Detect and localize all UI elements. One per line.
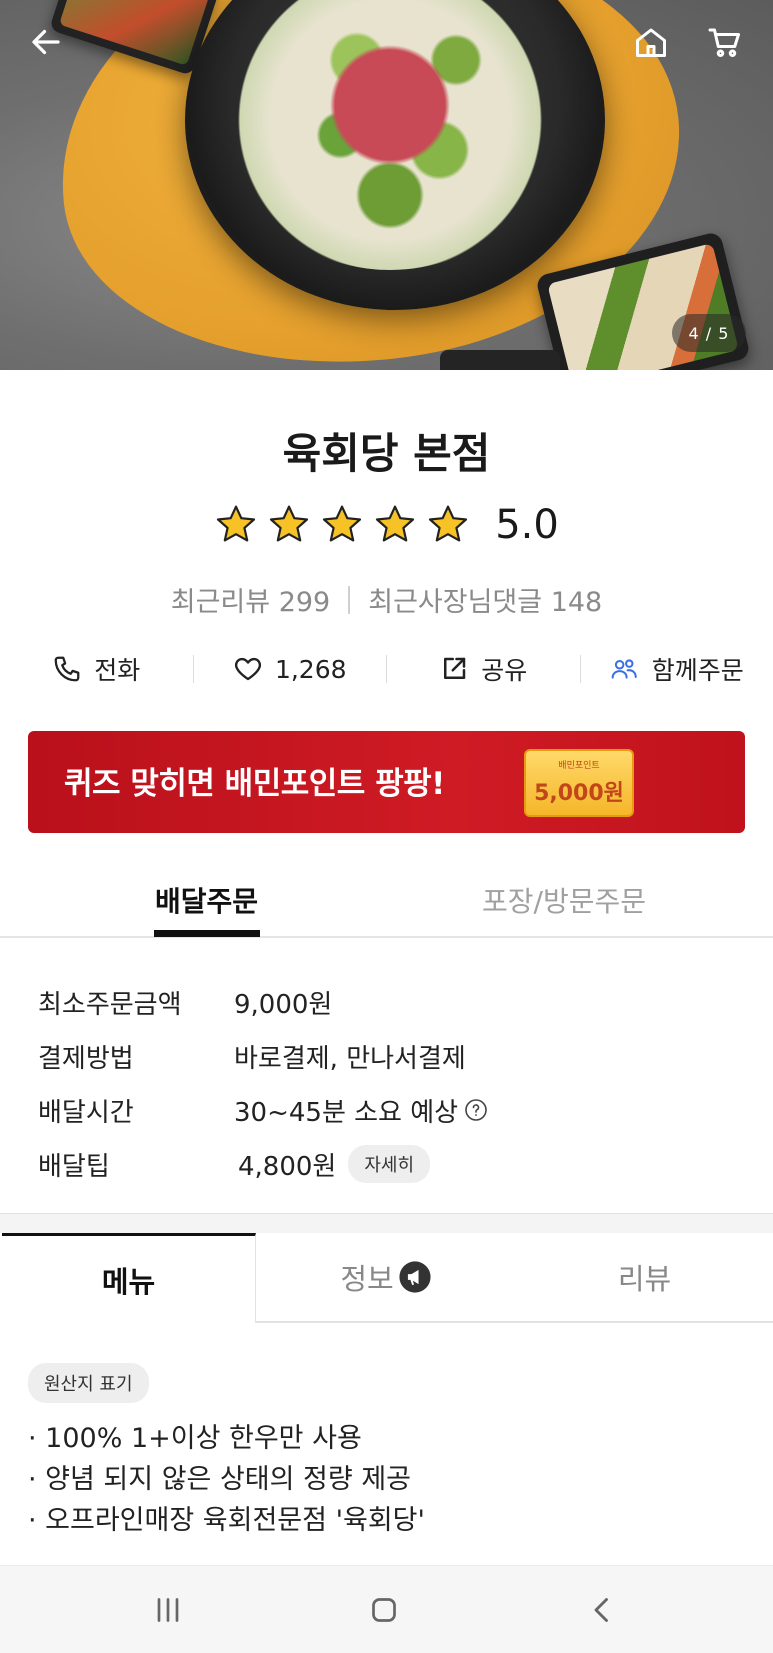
note-line: · 양념 되지 않은 상태의 정량 제공 xyxy=(28,1464,411,1495)
content-tabs: 메뉴 정보 리뷰 xyxy=(0,1233,773,1323)
cart-icon[interactable] xyxy=(703,20,747,64)
order-type-tabs: 배달주문 포장/방문주문 xyxy=(0,870,773,938)
info-row-payment: 결제방법 바로결제, 만나서결제 xyxy=(38,1029,738,1083)
tab-menu[interactable]: 메뉴 xyxy=(2,1233,256,1323)
rating-value: 5.0 xyxy=(495,502,559,548)
hero-side-dish xyxy=(440,350,560,370)
star-icon xyxy=(217,505,256,542)
info-label: 최소주문금액 xyxy=(38,989,182,1020)
coupon-label: 배민포인트 xyxy=(558,761,600,771)
delivery-info: 최소주문금액 9,000원 결제방법 바로결제, 만나서결제 배달시간 30~4… xyxy=(38,975,738,1191)
divider xyxy=(348,585,351,614)
like-count: 1,268 xyxy=(274,654,347,684)
tab-info-label: 정보 xyxy=(340,1262,394,1296)
owner-replies-link[interactable]: 최근사장님댓글 148 xyxy=(368,580,602,619)
heart-icon xyxy=(234,657,261,681)
store-notes: · 100% 1+이상 한우만 사용 · 양념 되지 않은 상태의 정량 제공 … xyxy=(28,1418,425,1541)
tab-delivery[interactable]: 배달주문 xyxy=(155,880,258,920)
info-row-delivery-tip: 배달팁 4,800원 자세히 xyxy=(38,1137,738,1191)
tab-menu-label: 메뉴 xyxy=(101,1264,156,1299)
share-label: 공유 xyxy=(481,656,528,685)
info-value-wrap: 30~45분 소요 예상 xyxy=(234,1092,488,1129)
star-icon xyxy=(429,505,468,542)
group-icon xyxy=(611,659,637,679)
help-icon[interactable] xyxy=(464,1098,488,1122)
share-icon xyxy=(444,657,466,679)
rating-row: 5.0 xyxy=(0,502,773,548)
home-icon[interactable] xyxy=(629,20,673,64)
like-button[interactable]: 1,268 xyxy=(194,654,387,684)
star-icon xyxy=(323,505,362,542)
tab-info[interactable]: 정보 xyxy=(256,1233,516,1323)
info-label: 배달팁 xyxy=(38,1151,110,1182)
info-label: 결제방법 xyxy=(38,1043,134,1074)
delivery-tip-detail-button[interactable]: 자세히 xyxy=(348,1145,431,1183)
info-value: 9,000원 xyxy=(234,989,333,1020)
note-line: · 100% 1+이상 한우만 사용 xyxy=(28,1423,362,1454)
system-nav-bar xyxy=(0,1565,773,1653)
info-value: 4,800원 xyxy=(238,1151,337,1182)
share-button[interactable]: 공유 xyxy=(387,651,580,687)
note-line: · 오프라인매장 육회전문점 '육회당' xyxy=(28,1505,425,1536)
promo-text: 퀴즈 맞히면 배민포인트 팡팡! xyxy=(64,766,445,802)
origin-label-button[interactable]: 원산지 표기 xyxy=(28,1363,149,1403)
info-label: 배달시간 xyxy=(38,1097,134,1128)
tab-reviews[interactable]: 리뷰 xyxy=(516,1233,773,1323)
coupon-amount: 5,000원 xyxy=(534,781,624,806)
group-order-button[interactable]: 함께주문 xyxy=(581,651,773,687)
promo-banner[interactable]: 퀴즈 맞히면 배민포인트 팡팡! 배민포인트 5,000원 xyxy=(28,731,745,833)
call-button[interactable]: 전화 xyxy=(0,651,193,687)
recent-apps-icon[interactable] xyxy=(146,1588,190,1632)
call-label: 전화 xyxy=(94,656,141,685)
megaphone-icon xyxy=(399,1261,431,1293)
back-arrow-icon[interactable] xyxy=(24,20,68,64)
info-row-min-order: 최소주문금액 9,000원 xyxy=(38,975,738,1029)
store-actions: 전화 1,268 공유 함께주문 xyxy=(0,648,773,690)
info-value: 바로결제, 만나서결제 xyxy=(234,1043,466,1074)
active-tab-indicator xyxy=(154,930,260,937)
coupon-badge: 배민포인트 5,000원 xyxy=(524,749,634,817)
recent-reviews-link[interactable]: 최근리뷰 299 xyxy=(171,580,330,619)
image-pager: 4 / 5 xyxy=(672,314,746,352)
tab-pickup[interactable]: 포장/방문주문 xyxy=(482,880,646,920)
star-icon xyxy=(376,505,415,542)
phone-icon xyxy=(54,656,80,682)
info-value: 30~45분 소요 예상 xyxy=(234,1097,459,1128)
home-nav-icon[interactable] xyxy=(362,1588,406,1632)
store-name: 육회당 본점 xyxy=(282,429,491,478)
review-meta: 최근리뷰 299 최근사장님댓글 148 xyxy=(0,580,773,619)
hero-image[interactable]: 4 / 5 xyxy=(0,0,773,370)
star-icon xyxy=(270,505,309,542)
info-value-wrap: 4,800원 자세히 xyxy=(234,1145,431,1183)
section-divider xyxy=(0,1213,773,1233)
back-nav-icon[interactable] xyxy=(580,1588,624,1632)
info-row-delivery-time: 배달시간 30~45분 소요 예상 xyxy=(38,1083,738,1137)
group-order-label: 함께주문 xyxy=(651,656,744,685)
tab-reviews-label: 리뷰 xyxy=(617,1262,672,1296)
